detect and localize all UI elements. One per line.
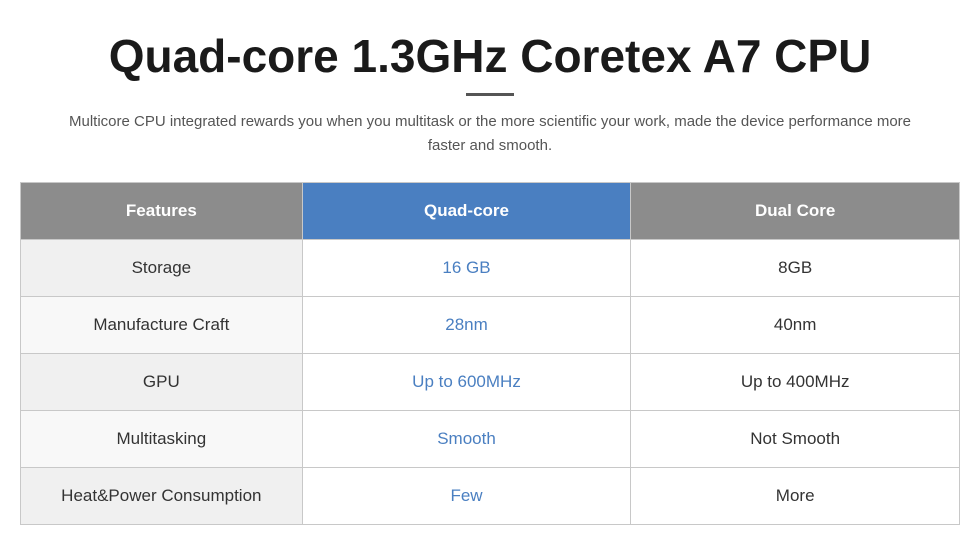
cell-quadcore-value: Up to 600MHz bbox=[302, 353, 631, 410]
cell-feature: Heat&Power Consumption bbox=[21, 467, 303, 524]
cell-feature: Storage bbox=[21, 239, 303, 296]
cell-dualcore-value: Up to 400MHz bbox=[631, 353, 960, 410]
table-row: Storage16 GB8GB bbox=[21, 239, 960, 296]
table-row: MultitaskingSmoothNot Smooth bbox=[21, 410, 960, 467]
cell-quadcore-value: Few bbox=[302, 467, 631, 524]
page-title: Quad-core 1.3GHz Coretex A7 CPU bbox=[109, 30, 872, 83]
cell-quadcore-value: 16 GB bbox=[302, 239, 631, 296]
cell-quadcore-value: Smooth bbox=[302, 410, 631, 467]
title-divider bbox=[466, 93, 514, 96]
table-row: Heat&Power ConsumptionFewMore bbox=[21, 467, 960, 524]
cell-dualcore-value: More bbox=[631, 467, 960, 524]
cell-dualcore-value: 8GB bbox=[631, 239, 960, 296]
cell-quadcore-value: 28nm bbox=[302, 296, 631, 353]
header-dualcore: Dual Core bbox=[631, 182, 960, 239]
header-features: Features bbox=[21, 182, 303, 239]
cell-feature: Multitasking bbox=[21, 410, 303, 467]
cell-feature: GPU bbox=[21, 353, 303, 410]
table-row: GPUUp to 600MHzUp to 400MHz bbox=[21, 353, 960, 410]
cell-dualcore-value: 40nm bbox=[631, 296, 960, 353]
cell-dualcore-value: Not Smooth bbox=[631, 410, 960, 467]
subtitle: Multicore CPU integrated rewards you whe… bbox=[55, 110, 925, 158]
header-quadcore: Quad-core bbox=[302, 182, 631, 239]
comparison-table: Features Quad-core Dual Core Storage16 G… bbox=[20, 182, 960, 525]
table-row: Manufacture Craft28nm40nm bbox=[21, 296, 960, 353]
table-header-row: Features Quad-core Dual Core bbox=[21, 182, 960, 239]
cell-feature: Manufacture Craft bbox=[21, 296, 303, 353]
